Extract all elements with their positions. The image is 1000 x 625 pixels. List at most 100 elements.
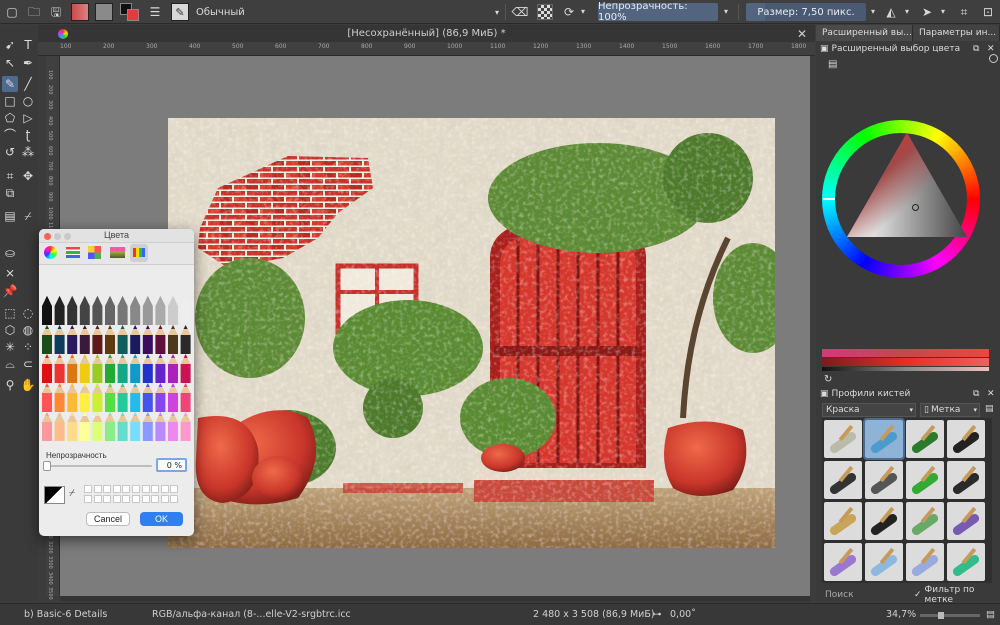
pencil-body[interactable]	[117, 306, 128, 325]
pencil-point[interactable]	[70, 325, 75, 329]
triangle-cursor[interactable]	[912, 204, 919, 211]
similar-select-tool-icon[interactable]: ⁘	[20, 339, 36, 355]
pencil-point[interactable]	[171, 325, 175, 329]
move-tool-icon[interactable]: ✥	[20, 168, 36, 184]
assistant-tool-icon[interactable]: ⨯	[2, 265, 18, 281]
pencil-point[interactable]	[82, 325, 87, 329]
polygon-select-tool-icon[interactable]: ⬡	[2, 322, 18, 338]
pencil-point[interactable]	[145, 354, 150, 358]
reload-preset-icon[interactable]: ⟳	[561, 4, 577, 20]
rectangle-select-tool-icon[interactable]: ⬚	[2, 305, 18, 321]
color-sliders-icon[interactable]	[66, 247, 80, 258]
dynamic-brush-tool-icon[interactable]: ↺	[2, 144, 18, 160]
saved-color-well[interactable]	[160, 485, 169, 493]
pencil-body[interactable]	[92, 422, 103, 441]
horizontal-scrollbar[interactable]	[60, 596, 810, 601]
pencil-body[interactable]	[142, 364, 153, 383]
tab-advanced-color-selector[interactable]: Расширенный вы...	[816, 25, 913, 41]
saved-color-well[interactable]	[93, 495, 102, 503]
eraser-icon[interactable]: ⌫	[512, 4, 529, 20]
pencil-body[interactable]	[117, 393, 128, 412]
brush-preset-thumbnail[interactable]	[824, 420, 862, 458]
bezier-tool-icon[interactable]: ⌒	[2, 127, 18, 143]
pencil-body[interactable]	[105, 306, 115, 325]
pencil-point[interactable]	[70, 383, 75, 387]
mirror-vertical-icon[interactable]: ➤	[918, 4, 936, 20]
pencil-point[interactable]	[145, 383, 150, 387]
blend-mode-select[interactable]: Обычный ▾	[193, 3, 501, 21]
freehand-brush-tool-icon[interactable]: ✎	[2, 76, 18, 92]
pencil-point[interactable]	[57, 412, 62, 416]
no-color-icon[interactable]	[989, 54, 998, 63]
text-tool-icon[interactable]: T	[20, 37, 36, 53]
pencil-body[interactable]	[180, 393, 191, 412]
pencil-point[interactable]	[158, 412, 163, 416]
foreground-background-colors[interactable]	[120, 3, 140, 21]
pencil-body[interactable]	[92, 364, 103, 383]
pencil-point[interactable]	[57, 354, 62, 358]
pencil-body[interactable]	[155, 306, 166, 325]
pencil-body[interactable]	[155, 364, 166, 383]
pencil-body[interactable]	[168, 364, 178, 383]
pencil-body[interactable]	[42, 393, 52, 412]
pencil-body[interactable]	[130, 306, 141, 325]
brush-preset-thumbnail[interactable]: ✎	[171, 3, 189, 21]
chevron-down-icon[interactable]: ▾	[938, 7, 948, 17]
pencil-body[interactable]	[155, 422, 166, 441]
saved-color-well[interactable]	[170, 485, 179, 493]
edit-shapes-tool-icon[interactable]: ↖	[2, 55, 18, 71]
color-history-bar[interactable]	[822, 349, 989, 357]
zoom-tool-icon[interactable]: ⚲	[2, 377, 18, 393]
pencil-body[interactable]	[142, 335, 153, 354]
rotation-icon[interactable]: ⊶	[652, 609, 662, 620]
pencils-icon[interactable]	[130, 244, 148, 262]
pencil-point[interactable]	[57, 325, 62, 329]
current-color-well[interactable]	[44, 486, 65, 504]
pencil-point[interactable]	[57, 383, 62, 387]
pencil-point[interactable]	[57, 296, 62, 300]
pencil-body[interactable]	[92, 306, 103, 325]
pan-tool-icon[interactable]: ✋	[20, 377, 36, 393]
pencil-body[interactable]	[168, 422, 178, 441]
brush-settings-icon[interactable]: ☰	[147, 4, 163, 20]
pencil-body[interactable]	[54, 335, 65, 354]
color-picker-tool-icon[interactable]: ⌿	[20, 208, 36, 224]
polyline-tool-icon[interactable]: ▷	[20, 110, 36, 126]
pencil-body[interactable]	[67, 306, 78, 325]
open-document-icon[interactable]: 🗀	[26, 4, 42, 20]
lock-icon[interactable]: ▣	[820, 389, 829, 399]
contiguous-select-tool-icon[interactable]: ✳	[2, 339, 18, 355]
pencil-point[interactable]	[45, 383, 49, 387]
pencil-body[interactable]	[67, 335, 78, 354]
pencil-body[interactable]	[79, 306, 90, 325]
zoom-slider-knob[interactable]	[938, 612, 944, 619]
saved-color-well[interactable]	[84, 495, 92, 503]
pencil-body[interactable]	[130, 335, 141, 354]
pencil-body[interactable]	[130, 422, 141, 441]
brush-preset-thumbnail[interactable]	[906, 502, 944, 540]
brush-preset-thumbnail[interactable]	[865, 461, 903, 499]
image-palettes-icon[interactable]	[110, 247, 125, 258]
brush-preset-thumbnail[interactable]	[824, 543, 862, 581]
ok-button[interactable]: OK	[140, 512, 183, 526]
opacity-value-field[interactable]: 0 %	[156, 458, 187, 472]
float-panel-icon[interactable]: ⧉	[973, 44, 979, 54]
cancel-button[interactable]: Cancel	[86, 512, 130, 526]
transform-tool-icon[interactable]: ⧉	[2, 185, 18, 201]
pencil-body[interactable]	[180, 364, 191, 383]
pencil-point[interactable]	[82, 354, 87, 358]
painting-image[interactable]	[168, 118, 775, 548]
pencil-body[interactable]	[79, 364, 90, 383]
freehand-select-tool-icon[interactable]: ◍	[20, 322, 36, 338]
color-wheel-icon[interactable]	[44, 246, 57, 259]
size-slider[interactable]: Размер: 7,50 пикс.	[746, 3, 866, 21]
color-palettes-icon[interactable]	[88, 246, 101, 259]
pencil-body[interactable]	[130, 393, 141, 412]
saved-color-well[interactable]	[141, 495, 150, 503]
wrap-around-icon[interactable]: ⌗	[955, 4, 973, 20]
pencil-body[interactable]	[105, 393, 115, 412]
pencil-body[interactable]	[67, 422, 78, 441]
background-color[interactable]	[127, 9, 139, 21]
pencil-body[interactable]	[67, 364, 78, 383]
brush-view-options-icon[interactable]: ▤	[985, 404, 994, 414]
